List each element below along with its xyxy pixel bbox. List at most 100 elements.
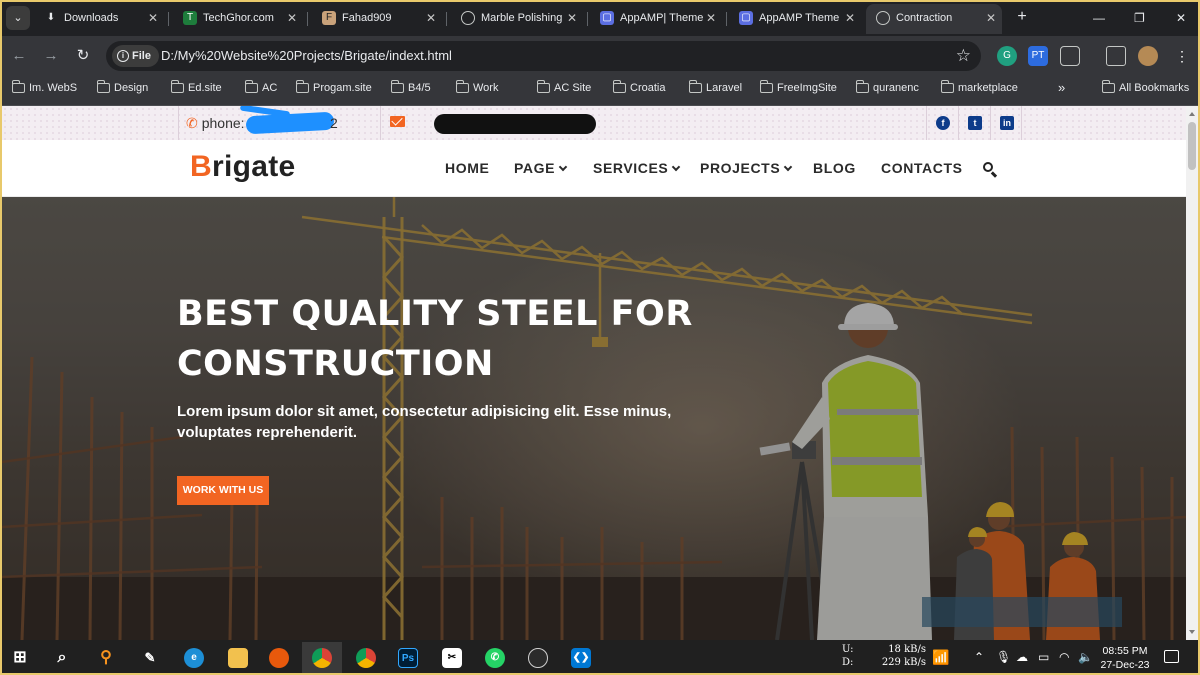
facebook-icon: f bbox=[936, 116, 950, 130]
taskbar-app[interactable]: ❮❯ bbox=[561, 642, 601, 675]
scroll-down-icon[interactable] bbox=[1189, 630, 1195, 634]
volume-icon[interactable]: 🔈 bbox=[1078, 650, 1093, 664]
tab-contraction[interactable]: Contraction ✕ bbox=[866, 4, 1002, 34]
tab-appamp-2[interactable]: ▢ AppAMP Theme ✕ bbox=[729, 4, 861, 34]
url-text[interactable]: D:/My%20Website%20Projects/Brigate/index… bbox=[161, 41, 452, 71]
close-tab-icon[interactable]: ✕ bbox=[287, 4, 297, 32]
bookmark-folder[interactable]: Progam.site bbox=[294, 76, 372, 106]
bookmark-folder[interactable]: marketplace bbox=[939, 76, 1018, 106]
taskbar-app[interactable] bbox=[518, 642, 558, 675]
bookmark-folder[interactable]: AC bbox=[243, 76, 277, 106]
profile-avatar[interactable] bbox=[1138, 46, 1158, 66]
taskbar-app[interactable]: e bbox=[174, 642, 214, 675]
bookmark-folder[interactable]: Ed.site bbox=[169, 76, 222, 106]
tab-fahad909[interactable]: F Fahad909 ✕ bbox=[312, 4, 442, 34]
chrome-profile-icon bbox=[356, 648, 376, 668]
bookmark-folder[interactable]: AC Site bbox=[535, 76, 591, 106]
chevron-up-icon[interactable]: ⌃ bbox=[974, 650, 984, 664]
bookmark-label: Design bbox=[114, 82, 149, 94]
reload-icon[interactable]: ↻ bbox=[72, 45, 94, 67]
forward-arrow-icon[interactable]: → bbox=[40, 45, 62, 67]
address-bar[interactable]: i File D:/My%20Website%20Projects/Brigat… bbox=[106, 41, 981, 71]
taskbar-app[interactable]: ✂ bbox=[432, 642, 472, 675]
tab-appamp-1[interactable]: ▢ AppAMP| Theme ✕ bbox=[590, 4, 722, 34]
close-tab-icon[interactable]: ✕ bbox=[148, 4, 158, 32]
notification-icon[interactable] bbox=[1164, 650, 1179, 663]
nav-projects[interactable]: PROJECTS bbox=[700, 140, 793, 197]
extension-pt-icon[interactable]: PT bbox=[1028, 46, 1048, 66]
side-panel-icon[interactable] bbox=[1106, 46, 1126, 66]
close-tab-icon[interactable]: ✕ bbox=[845, 4, 855, 32]
nav-page[interactable]: PAGE bbox=[514, 140, 568, 197]
tab-marble-polishing[interactable]: Marble Polishing ✕ bbox=[451, 4, 583, 34]
twitter-link[interactable]: t bbox=[958, 106, 990, 140]
close-tab-icon[interactable]: ✕ bbox=[426, 4, 436, 32]
nav-contacts[interactable]: CONTACTS bbox=[881, 140, 963, 197]
taskbar-app[interactable]: ⚲ bbox=[86, 642, 126, 675]
site-info-chip[interactable]: i File bbox=[112, 45, 159, 67]
tab-search-button[interactable]: ⌄ bbox=[6, 6, 30, 30]
chevron-down-icon bbox=[784, 162, 793, 172]
bookmark-folder[interactable]: Croatia bbox=[611, 76, 665, 106]
bookmark-label: Work bbox=[473, 82, 499, 94]
hero-subtitle: Lorem ipsum dolor sit amet, consectetur … bbox=[177, 403, 672, 441]
back-arrow-icon[interactable]: ← bbox=[8, 45, 30, 67]
twitter-icon: t bbox=[968, 116, 982, 130]
chrome-menu-icon[interactable]: ⋮ bbox=[1172, 46, 1192, 66]
restore-icon[interactable]: ❐ bbox=[1134, 8, 1145, 28]
folder-icon bbox=[1101, 80, 1115, 93]
microphone-icon[interactable]: 🎙 bbox=[996, 650, 1011, 664]
hero-section: BEST QUALITY STEEL FOR CONSTRUCTION Lore… bbox=[2, 197, 1186, 640]
taskbar-app[interactable]: Ps bbox=[388, 642, 428, 675]
taskbar-search[interactable]: ⌕ bbox=[42, 642, 82, 675]
phone-contact[interactable]: ✆ phone: bbox=[186, 106, 245, 140]
close-tab-icon[interactable]: ✕ bbox=[567, 4, 577, 32]
extensions-puzzle-icon[interactable] bbox=[1060, 46, 1080, 66]
page-scrollbar[interactable] bbox=[1186, 106, 1198, 640]
file-explorer-icon bbox=[228, 648, 248, 668]
taskbar-app[interactable] bbox=[259, 642, 299, 675]
bookmark-folder[interactable]: Im. WebS bbox=[10, 76, 77, 106]
all-bookmarks[interactable]: All Bookmarks bbox=[1100, 76, 1189, 106]
close-tab-icon[interactable]: ✕ bbox=[986, 4, 996, 32]
close-window-icon[interactable]: ✕ bbox=[1176, 8, 1186, 28]
extension-grammar-icon[interactable]: G bbox=[997, 46, 1017, 66]
new-tab-button[interactable]: + bbox=[1011, 6, 1033, 28]
bookmark-folder[interactable]: quranenc bbox=[854, 76, 919, 106]
bookmark-folder[interactable]: FreeImgSite bbox=[758, 76, 837, 106]
nav-blog[interactable]: BLOG bbox=[813, 140, 856, 197]
linkedin-link[interactable]: in bbox=[990, 106, 1022, 140]
tab-techghor[interactable]: T TechGhor.com ✕ bbox=[173, 4, 303, 34]
taskbar-app[interactable]: ✎ bbox=[130, 642, 170, 675]
bookmark-folder[interactable]: Laravel bbox=[687, 76, 742, 106]
nav-home[interactable]: HOME bbox=[445, 140, 489, 197]
network-speed-meter: U: 18 kB/s D: 229 kB/s bbox=[842, 643, 926, 669]
site-logo[interactable]: Brigate bbox=[190, 150, 295, 184]
taskbar-app[interactable] bbox=[302, 642, 342, 675]
tab-downloads[interactable]: ⬇ Downloads ✕ bbox=[34, 4, 164, 34]
wifi-icon[interactable]: ◠ bbox=[1059, 650, 1069, 664]
scrollbar-thumb[interactable] bbox=[1188, 122, 1196, 170]
cloud-icon[interactable]: ☁ bbox=[1016, 650, 1028, 664]
stats-graph-icon[interactable]: 📶 bbox=[932, 650, 949, 664]
nav-services[interactable]: SERVICES bbox=[593, 140, 681, 197]
bookmark-star-icon[interactable]: ☆ bbox=[956, 41, 971, 71]
scroll-up-icon[interactable] bbox=[1189, 112, 1195, 116]
minimize-icon[interactable]: — bbox=[1093, 8, 1105, 28]
system-clock[interactable]: 08:55 PM 27-Dec-23 bbox=[1099, 644, 1151, 672]
facebook-link[interactable]: f bbox=[926, 106, 958, 140]
bookmark-folder[interactable]: Design bbox=[95, 76, 148, 106]
more-bookmarks-icon[interactable]: » bbox=[1058, 76, 1065, 100]
site-search-icon[interactable] bbox=[983, 162, 998, 178]
bookmark-folder[interactable]: B4/5 bbox=[389, 76, 431, 106]
bookmark-folder[interactable]: Work bbox=[454, 76, 498, 106]
taskbar-app[interactable]: ✆ bbox=[475, 642, 515, 675]
start-button[interactable]: ⊞ bbox=[0, 642, 40, 675]
taskbar-app[interactable] bbox=[218, 642, 258, 675]
nav-label: PROJECTS bbox=[700, 160, 781, 176]
work-with-us-button[interactable]: WORK WITH US bbox=[177, 476, 269, 505]
battery-icon[interactable]: ▭ bbox=[1038, 650, 1049, 664]
close-tab-icon[interactable]: ✕ bbox=[706, 4, 716, 32]
tab-separator bbox=[307, 12, 308, 26]
taskbar-app[interactable] bbox=[346, 642, 386, 675]
